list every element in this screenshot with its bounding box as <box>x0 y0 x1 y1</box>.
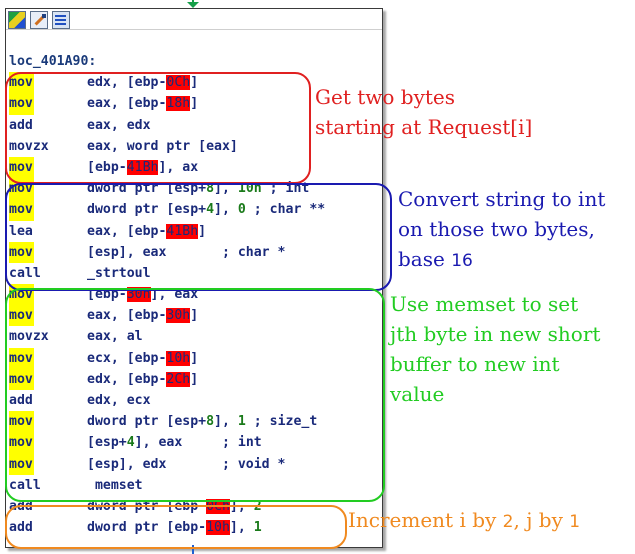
annotation-green-text: Use memset to set jth byte in new short … <box>390 292 601 406</box>
annotation-orange-n1: 2 <box>502 512 514 532</box>
node-toolbar <box>6 9 382 30</box>
annotation-blue-text: Convert string to int on those two bytes… <box>398 184 605 276</box>
annotation-box-blue <box>5 183 392 291</box>
graph-overview-icon[interactable] <box>52 11 70 29</box>
annotation-orange-b: , j by <box>513 508 570 532</box>
annotation-box-red <box>5 72 311 184</box>
rename-pencil-icon[interactable] <box>30 11 48 29</box>
annotation-blue-number: 16 <box>451 251 473 271</box>
annotation-orange-text: Increment i by 2, j by 1 <box>348 505 580 537</box>
location-label[interactable]: loc_401A90: <box>9 51 325 72</box>
annotation-orange-n2: 1 <box>569 512 581 532</box>
annotation-orange-a: Increment i by <box>348 508 503 532</box>
annotation-box-orange <box>5 505 347 549</box>
annotation-red-text: Get two bytes starting at Request[i] <box>315 85 533 139</box>
annotation-blue-prefix: Convert string to int on those two bytes… <box>398 187 606 271</box>
color-palette-icon[interactable] <box>8 11 26 29</box>
annotation-box-green <box>5 288 385 502</box>
